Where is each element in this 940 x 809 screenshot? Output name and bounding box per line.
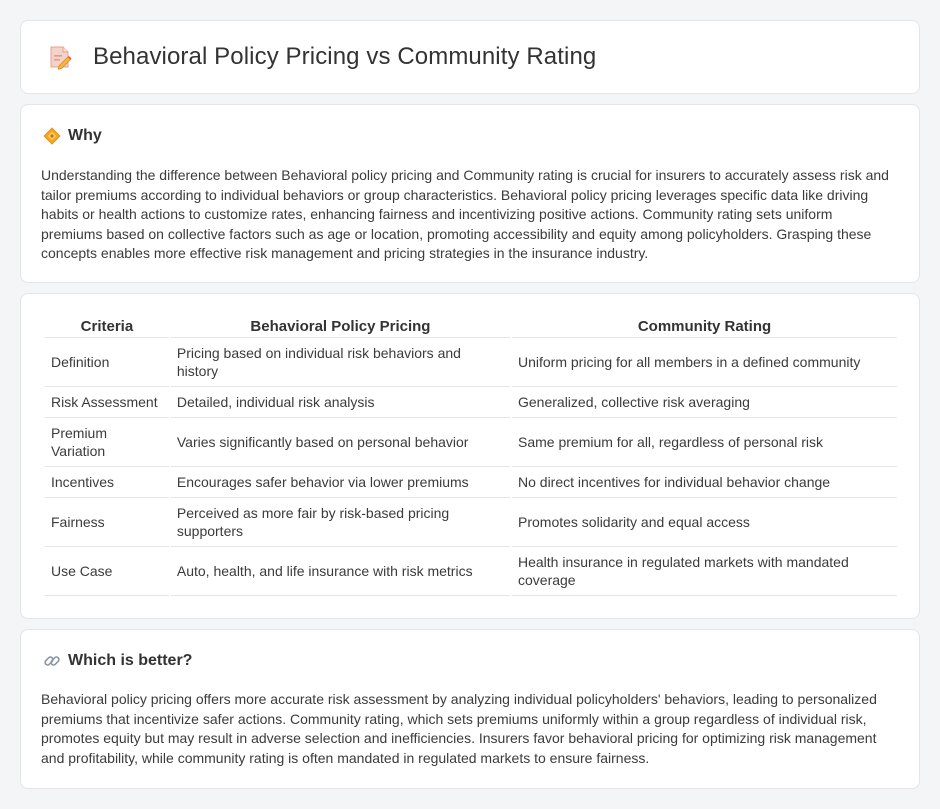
title-row: Behavioral Policy Pricing vs Community R… [47, 43, 596, 71]
header-community: Community Rating [512, 316, 897, 338]
page-title: Behavioral Policy Pricing vs Community R… [93, 43, 597, 70]
criteria-cell: Incentives [45, 467, 169, 498]
community-cell: Uniform pricing for all members in a def… [512, 338, 897, 387]
table-row: Use Case Auto, health, and life insuranc… [45, 547, 897, 596]
behavioral-cell: Detailed, individual risk analysis [170, 387, 510, 418]
criteria-cell: Use Case [45, 547, 169, 596]
table-row: Incentives Encourages safer behavior via… [45, 467, 897, 498]
community-cell: No direct incentives for individual beha… [512, 467, 897, 498]
behavioral-cell: Perceived as more fair by risk-based pri… [170, 498, 510, 547]
comparison-table: Criteria Behavioral Policy Pricing Commu… [43, 316, 899, 596]
table-row: Premium Variation Varies significantly b… [45, 418, 897, 467]
better-body: Behavioral policy pricing offers more ac… [41, 691, 877, 766]
community-cell: Health insurance in regulated markets wi… [512, 547, 897, 596]
better-heading: Which is better? [43, 652, 192, 670]
criteria-cell: Fairness [45, 498, 169, 547]
community-cell: Promotes solidarity and equal access [512, 498, 897, 547]
table-row: Fairness Perceived as more fair by risk-… [45, 498, 897, 547]
document-pencil-icon [47, 44, 73, 70]
which-better-section: Which is better? Behavioral policy prici… [20, 629, 920, 789]
table-row: Risk Assessment Detailed, individual ris… [45, 387, 897, 418]
behavioral-cell: Varies significantly based on personal b… [170, 418, 510, 467]
criteria-cell: Definition [45, 338, 169, 387]
header-criteria: Criteria [45, 316, 169, 338]
behavioral-cell: Pricing based on individual risk behavio… [170, 338, 510, 387]
header-behavioral: Behavioral Policy Pricing [170, 316, 510, 338]
why-heading: Why [43, 127, 102, 145]
community-cell: Generalized, collective risk averaging [512, 387, 897, 418]
comparison-section: Criteria Behavioral Policy Pricing Commu… [20, 293, 920, 619]
criteria-cell: Premium Variation [45, 418, 169, 467]
table-row: Definition Pricing based on individual r… [45, 338, 897, 387]
criteria-cell: Risk Assessment [45, 387, 169, 418]
behavioral-cell: Auto, health, and life insurance with ri… [170, 547, 510, 596]
why-section: Why Understanding the difference between… [20, 104, 920, 283]
diamond-warning-icon [43, 127, 61, 145]
header-card: Behavioral Policy Pricing vs Community R… [20, 20, 920, 94]
why-body: Understanding the difference between Beh… [41, 167, 889, 261]
better-title: Which is better? [68, 652, 193, 669]
behavioral-cell: Encourages safer behavior via lower prem… [170, 467, 510, 498]
community-cell: Same premium for all, regardless of pers… [512, 418, 897, 467]
why-title: Why [68, 127, 102, 144]
table-header-row: Criteria Behavioral Policy Pricing Commu… [45, 316, 897, 338]
link-icon [43, 652, 61, 670]
